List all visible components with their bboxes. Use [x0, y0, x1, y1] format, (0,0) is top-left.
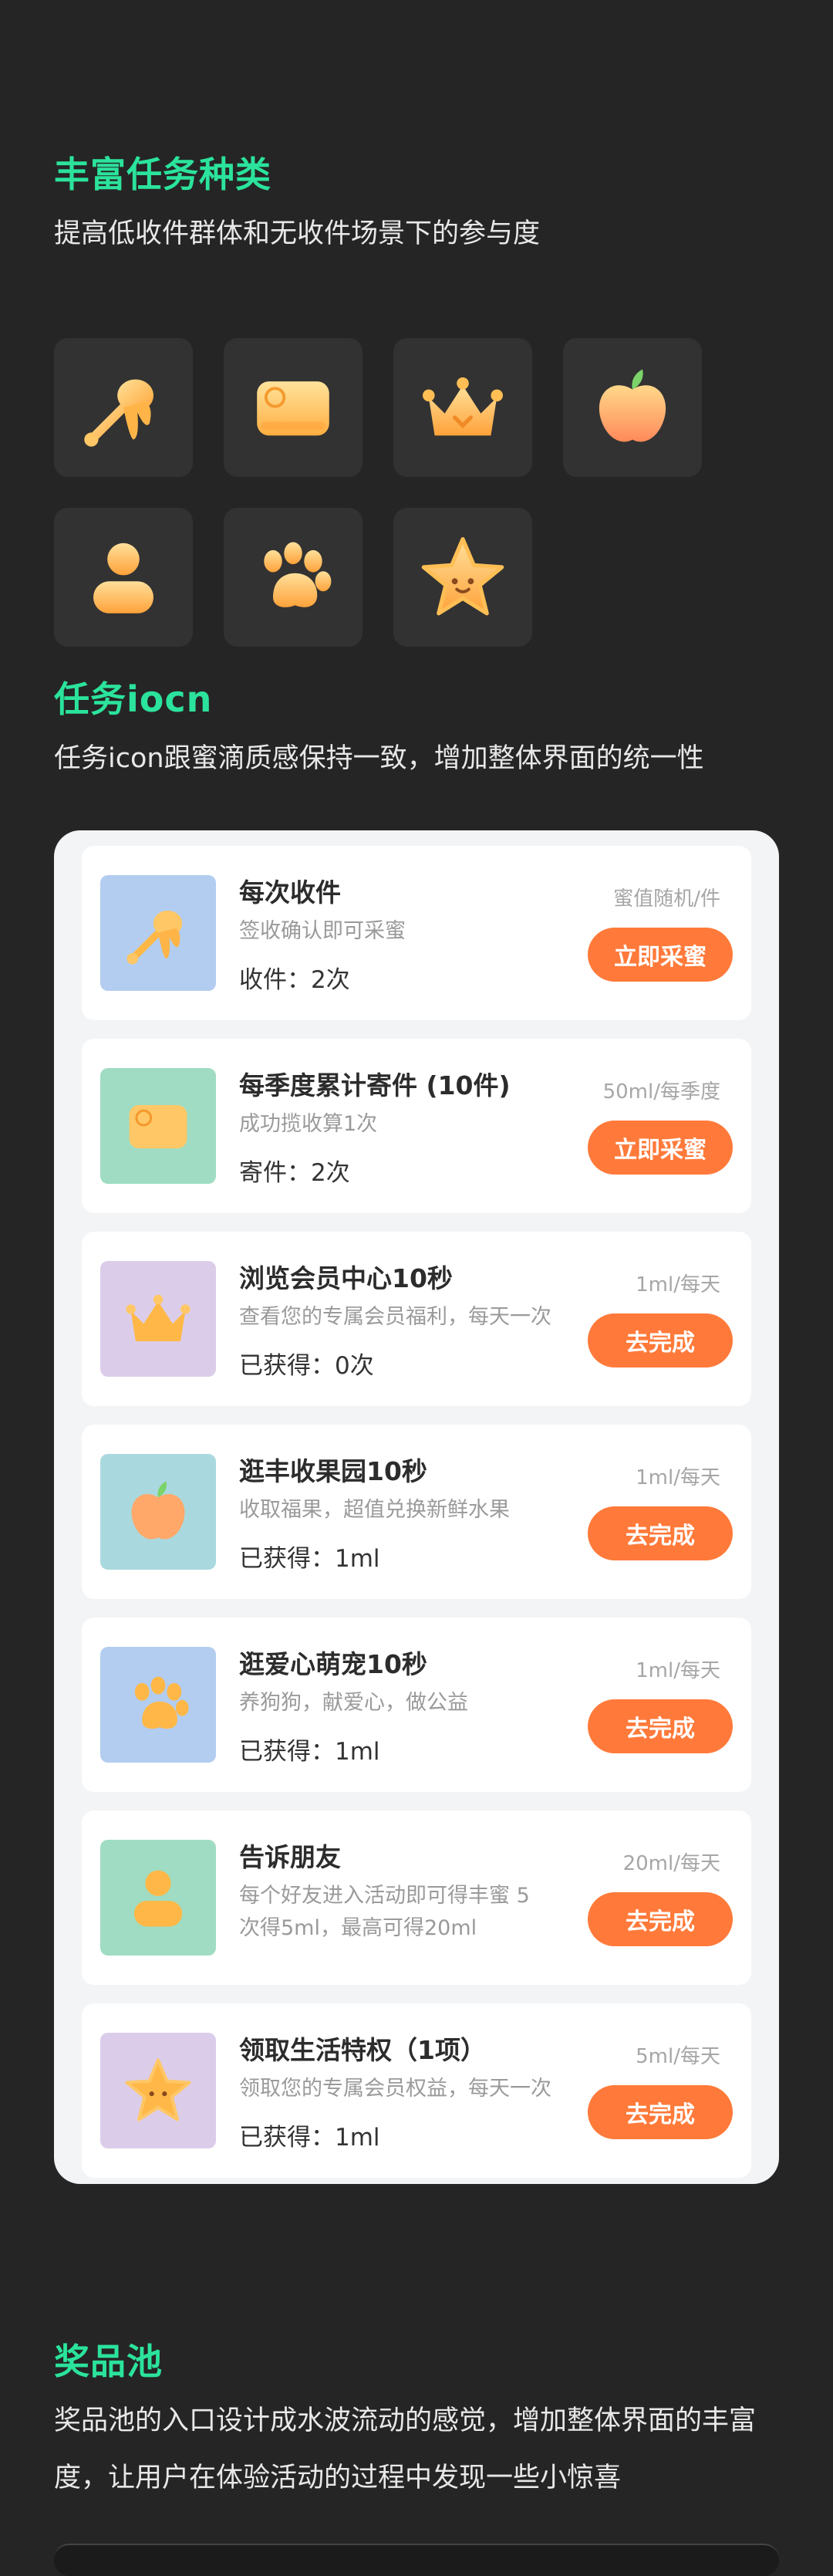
crown-icon [126, 1294, 191, 1342]
icon-tile-star [393, 508, 532, 647]
task-thumb [100, 1840, 216, 1956]
task-thumb [100, 1647, 216, 1763]
task-desc: 养狗狗，献爱心，做公益 [239, 1691, 468, 1715]
go-complete-button[interactable]: 去完成 [588, 2085, 733, 2139]
task-count: 已获得：1ml [239, 2124, 380, 2152]
task-count: 已获得：1ml [239, 1545, 380, 1573]
task-card: 告诉朋友 每个好友进入活动即可得丰蜜 5次得5ml，最高可得20ml 20ml/… [82, 1810, 751, 1985]
apple-icon [131, 1481, 185, 1540]
go-complete-button[interactable]: 去完成 [588, 1506, 733, 1560]
icon-tile-apple [563, 338, 702, 477]
section-subtitle-task-types: 提高低收件群体和无收件场景下的参与度 [54, 218, 541, 249]
task-list-panel: 每次收件 签收确认即可采蜜 收件：2次 蜜值随机/件 立即采蜜 每季度累计寄件 … [54, 830, 779, 2184]
task-desc: 每个好友进入活动即可得丰蜜 5次得5ml，最高可得20ml [239, 1884, 530, 1940]
sf-card-icon [129, 1104, 187, 1149]
crown-icon [423, 377, 503, 436]
task-title: 逛爱心萌宠10秒 [239, 1649, 427, 1679]
task-reward: 5ml/每天 [636, 2045, 720, 2068]
section-title-prize-pool: 奖品池 [54, 2341, 163, 2382]
task-desc: 成功揽收算1次 [239, 1112, 378, 1136]
paw-icon [264, 542, 332, 607]
task-card: 逛丰收果园10秒 收取福果，超值兑换新鲜水果 已获得：1ml 1ml/每天 去完… [82, 1425, 751, 1599]
task-title: 浏览会员中心10秒 [239, 1263, 453, 1293]
task-reward: 1ml/每天 [636, 1659, 720, 1682]
task-reward: 20ml/每天 [622, 1852, 720, 1875]
task-desc: 查看您的专属会员福利，每天一次 [239, 1305, 551, 1329]
task-count: 寄件：2次 [239, 1159, 350, 1187]
task-card: 每次收件 签收确认即可采蜜 收件：2次 蜜值随机/件 立即采蜜 [82, 846, 751, 1020]
section-subtitle-prize-pool: 奖品池的入口设计成水波流动的感觉，增加整体界面的丰富度，让用户在体验活动的过程中… [54, 2405, 757, 2493]
go-complete-button[interactable]: 去完成 [588, 1313, 733, 1367]
star-icon [421, 537, 504, 616]
task-count: 已获得：1ml [239, 1738, 380, 1766]
section-subtitle-task-icon: 任务icon跟蜜滴质感保持一致，增加整体界面的统一性 [54, 743, 704, 774]
task-title: 领取生活特权（1项） [239, 2035, 486, 2065]
section-title-task-types: 丰富任务种类 [54, 154, 271, 195]
collect-honey-button[interactable]: 立即采蜜 [588, 928, 733, 982]
task-thumb [100, 875, 216, 991]
task-card: 逛爱心萌宠10秒 养狗狗，献爱心，做公益 已获得：1ml 1ml/每天 去完成 [82, 1618, 751, 1792]
task-thumb [100, 1068, 216, 1184]
person-icon [93, 543, 153, 614]
go-complete-button[interactable]: 去完成 [588, 1892, 733, 1946]
task-title: 每季度累计寄件 (10件) [239, 1070, 511, 1100]
task-card: 每季度累计寄件 (10件) 成功揽收算1次 寄件：2次 50ml/每季度 立即采… [82, 1039, 751, 1213]
task-thumb [100, 1261, 216, 1377]
prize-pool-entry-preview [54, 2544, 779, 2576]
task-reward: 1ml/每天 [636, 1273, 720, 1296]
task-thumb [100, 2033, 216, 2148]
apple-icon [599, 369, 666, 442]
honey-dipper-icon [84, 379, 153, 447]
task-desc: 收取福果，超值兑换新鲜水果 [239, 1498, 510, 1522]
icon-tile-paw [224, 508, 363, 647]
section-title-task-icon: 任务iocn [54, 678, 213, 720]
task-reward: 1ml/每天 [636, 1466, 720, 1489]
sf-card-icon [257, 381, 329, 436]
icon-tile-sf [224, 338, 363, 477]
task-title: 逛丰收果园10秒 [239, 1456, 427, 1486]
icon-tile-honey [54, 338, 193, 477]
go-complete-button[interactable]: 去完成 [588, 1699, 733, 1753]
task-desc: 领取您的专属会员权益，每天一次 [239, 2077, 551, 2101]
task-card: 领取生活特权（1项） 领取您的专属会员权益，每天一次 已获得：1ml 5ml/每… [82, 2003, 751, 2178]
icon-tile-person [54, 508, 193, 647]
task-title: 每次收件 [239, 877, 341, 908]
task-card: 浏览会员中心10秒 查看您的专属会员福利，每天一次 已获得：0次 1ml/每天 … [82, 1232, 751, 1406]
task-thumb [100, 1454, 216, 1570]
task-title: 告诉朋友 [239, 1842, 341, 1872]
task-count: 已获得：0次 [239, 1352, 374, 1380]
honey-dipper-icon [126, 910, 183, 965]
collect-honey-button[interactable]: 立即采蜜 [588, 1121, 733, 1175]
task-count: 收件：2次 [239, 966, 350, 994]
paw-icon [134, 1676, 189, 1729]
task-desc: 签收确认即可采蜜 [239, 919, 406, 943]
task-reward: 蜜值随机/件 [613, 887, 720, 911]
icon-tile-crown [393, 338, 532, 477]
task-reward: 50ml/每季度 [602, 1080, 720, 1104]
person-icon [133, 1870, 183, 1927]
star-icon [125, 2058, 191, 2121]
